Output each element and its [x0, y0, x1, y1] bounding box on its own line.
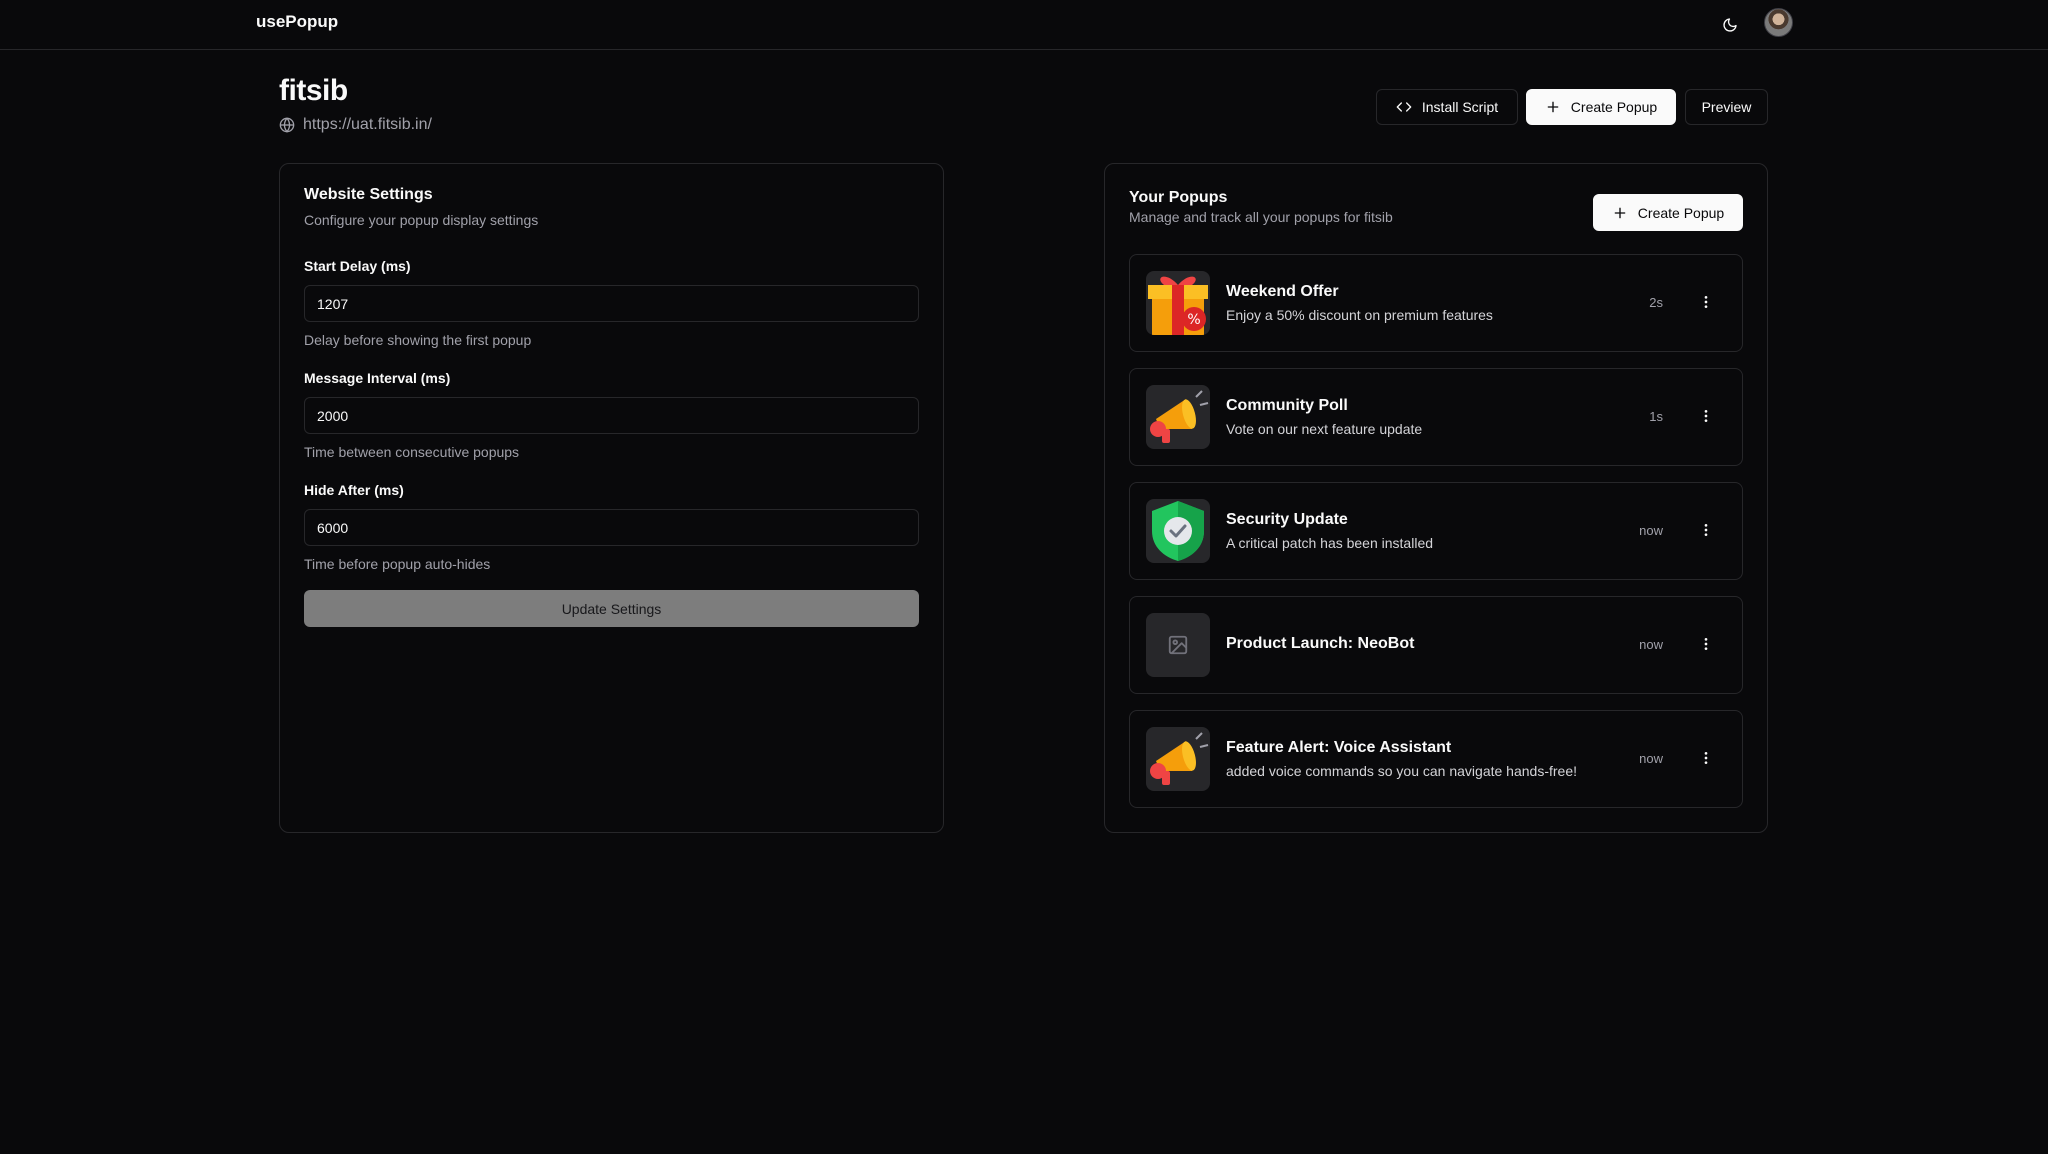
popup-description: added voice commands so you can navigate…	[1226, 763, 1577, 779]
popup-item[interactable]: % Weekend Offer Enjoy a 50% discount on …	[1129, 254, 1743, 352]
start-delay-input[interactable]	[304, 285, 919, 322]
popup-delay: now	[1639, 751, 1663, 766]
popup-description: Enjoy a 50% discount on premium features	[1226, 307, 1493, 323]
popup-thumbnail	[1146, 727, 1210, 791]
popup-name: Product Launch: NeoBot	[1226, 635, 1415, 652]
popup-thumbnail	[1146, 385, 1210, 449]
more-vertical-icon	[1704, 296, 1708, 308]
popup-item[interactable]: Community Poll Vote on our next feature …	[1129, 368, 1743, 466]
top-navbar: usePopup	[0, 0, 2048, 50]
popup-item[interactable]: Product Launch: NeoBot now	[1129, 596, 1743, 694]
start-delay-label: Start Delay (ms)	[304, 258, 411, 274]
popup-item[interactable]: Security Update A critical patch has bee…	[1129, 482, 1743, 580]
megaphone-icon	[1150, 390, 1209, 443]
install-script-button[interactable]: Install Script	[1376, 89, 1518, 125]
popup-description: Vote on our next feature update	[1226, 421, 1423, 437]
message-interval-input[interactable]	[304, 397, 919, 434]
popup-thumbnail	[1146, 613, 1210, 677]
more-options-button[interactable]	[1694, 632, 1718, 656]
page-title: fitsib	[279, 74, 348, 107]
hide-after-input[interactable]	[304, 509, 919, 546]
message-interval-help: Time between consecutive popups	[304, 444, 520, 460]
message-interval-label: Message Interval (ms)	[304, 370, 451, 386]
popup-name: Security Update	[1226, 511, 1348, 528]
globe-icon	[279, 117, 295, 133]
update-settings-button[interactable]: Update Settings	[304, 590, 919, 627]
create-popup-header-label: Create Popup	[1570, 99, 1658, 115]
settings-title: Website Settings	[304, 186, 433, 203]
more-options-button[interactable]	[1694, 518, 1718, 542]
plus-icon	[1547, 101, 1559, 113]
site-url: https://uat.fitsib.in/	[279, 116, 432, 134]
more-vertical-icon	[1704, 752, 1708, 764]
plus-icon	[1614, 207, 1626, 218]
moon-icon	[1723, 18, 1737, 32]
brand-logo[interactable]: usePopup	[256, 12, 338, 32]
hide-after-help: Time before popup auto-hides	[304, 556, 491, 572]
image-placeholder-icon	[1168, 635, 1188, 655]
popup-description: A critical patch has been installed	[1226, 535, 1434, 551]
popups-description: Manage and track all your popups for fit…	[1129, 209, 1393, 225]
popup-delay: 1s	[1649, 409, 1663, 424]
create-popup-header-button[interactable]: Create Popup	[1526, 89, 1676, 125]
code-icon	[1396, 102, 1412, 112]
popup-delay: 2s	[1649, 295, 1663, 310]
popup-name: Community Poll	[1226, 397, 1348, 414]
shield-check-icon	[1152, 501, 1204, 561]
start-delay-help: Delay before showing the first popup	[304, 332, 532, 348]
popup-name: Weekend Offer	[1226, 283, 1339, 300]
create-popup-card-label: Create Popup	[1637, 204, 1725, 221]
popups-title: Your Popups	[1129, 189, 1228, 206]
gift-icon: %	[1148, 276, 1208, 335]
settings-description: Configure your popup display settings	[304, 212, 539, 228]
popup-name: Feature Alert: Voice Assistant	[1226, 739, 1452, 756]
more-options-button[interactable]	[1694, 404, 1718, 428]
more-vertical-icon	[1704, 638, 1708, 650]
hide-after-label: Hide After (ms)	[304, 482, 404, 498]
svg-text:%: %	[1187, 312, 1200, 328]
more-vertical-icon	[1704, 410, 1708, 422]
more-options-button[interactable]	[1694, 746, 1718, 770]
popup-delay: now	[1639, 637, 1663, 652]
site-url-text: https://uat.fitsib.in/	[303, 116, 432, 133]
more-vertical-icon	[1704, 524, 1708, 536]
preview-label: Preview	[1701, 99, 1752, 115]
create-popup-card-button[interactable]: Create Popup	[1593, 194, 1743, 231]
theme-toggle-button[interactable]	[1714, 9, 1746, 41]
megaphone-icon	[1150, 732, 1209, 785]
more-options-button[interactable]	[1694, 290, 1718, 314]
popup-thumbnail: %	[1146, 271, 1210, 335]
preview-button[interactable]: Preview	[1685, 89, 1768, 125]
install-script-label: Install Script	[1421, 99, 1499, 115]
popup-delay: now	[1639, 523, 1663, 538]
user-avatar[interactable]	[1764, 8, 1793, 37]
popup-item[interactable]: Feature Alert: Voice Assistant added voi…	[1129, 710, 1743, 808]
popup-thumbnail	[1146, 499, 1210, 563]
